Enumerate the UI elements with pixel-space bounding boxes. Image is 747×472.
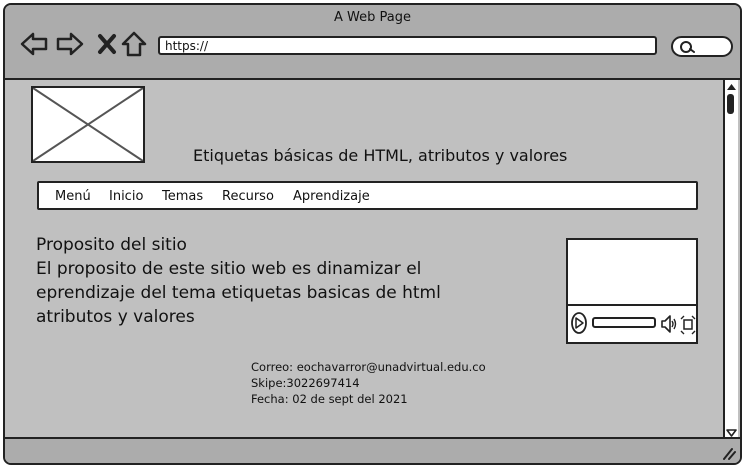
back-icon[interactable]: [19, 29, 49, 59]
scroll-up-icon[interactable]: [726, 82, 737, 92]
page-title: Etiquetas básicas de HTML, atributos y v…: [193, 146, 568, 165]
purpose-line: El proposito de este sitio web es dinami…: [36, 259, 422, 279]
purpose-line: eprendizaje del tema etiquetas basicas d…: [36, 283, 441, 303]
home-icon[interactable]: [119, 29, 149, 59]
search-field[interactable]: [671, 36, 733, 57]
window-title: A Web Page: [334, 10, 411, 25]
browser-window: A Web Page https:// Etiquetas básicas de…: [3, 3, 742, 465]
menu-item-temas[interactable]: Temas: [162, 189, 203, 204]
scroll-thumb[interactable]: [727, 94, 734, 114]
menu-item-aprendizaje[interactable]: Aprendizaje: [293, 189, 370, 204]
navigation-menu: Menú Inicio Temas Recurso Aprendizaje: [37, 181, 698, 210]
contact-date: Fecha: 02 de sept del 2021: [251, 392, 408, 406]
resize-grip-icon[interactable]: [720, 446, 736, 460]
url-text: https://: [165, 39, 209, 53]
purpose-title: Proposito del sitio: [36, 235, 187, 255]
play-icon[interactable]: [570, 311, 588, 335]
url-input[interactable]: https://: [158, 36, 657, 55]
purpose-section: Proposito del sitio El proposito de este…: [36, 233, 536, 329]
menu-item-recurso[interactable]: Recurso: [222, 189, 274, 204]
search-icon: [680, 41, 695, 53]
seek-bar[interactable]: [592, 317, 656, 328]
contact-email: Correo: eochavarror@unadvirtual.edu.co: [251, 360, 486, 374]
video-player[interactable]: [566, 238, 698, 344]
status-bar: [5, 437, 740, 463]
purpose-line: atributos y valores: [36, 307, 195, 327]
fullscreen-icon[interactable]: [679, 313, 697, 335]
page-content: Etiquetas básicas de HTML, atributos y v…: [5, 80, 725, 438]
vertical-scrollbar[interactable]: [723, 80, 738, 440]
menu-item-inicio[interactable]: Inicio: [109, 189, 143, 204]
close-icon[interactable]: [92, 29, 122, 59]
contact-skype: Skipe:3022697414: [251, 376, 360, 390]
contact-info: Correo: eochavarror@unadvirtual.edu.co S…: [251, 359, 486, 407]
browser-toolbar: A Web Page https://: [5, 5, 740, 80]
menu-item-menu[interactable]: Menú: [55, 189, 91, 204]
volume-icon[interactable]: [660, 313, 678, 335]
video-controls: [568, 304, 696, 342]
image-placeholder-icon: [31, 86, 145, 163]
forward-icon[interactable]: [55, 29, 85, 59]
